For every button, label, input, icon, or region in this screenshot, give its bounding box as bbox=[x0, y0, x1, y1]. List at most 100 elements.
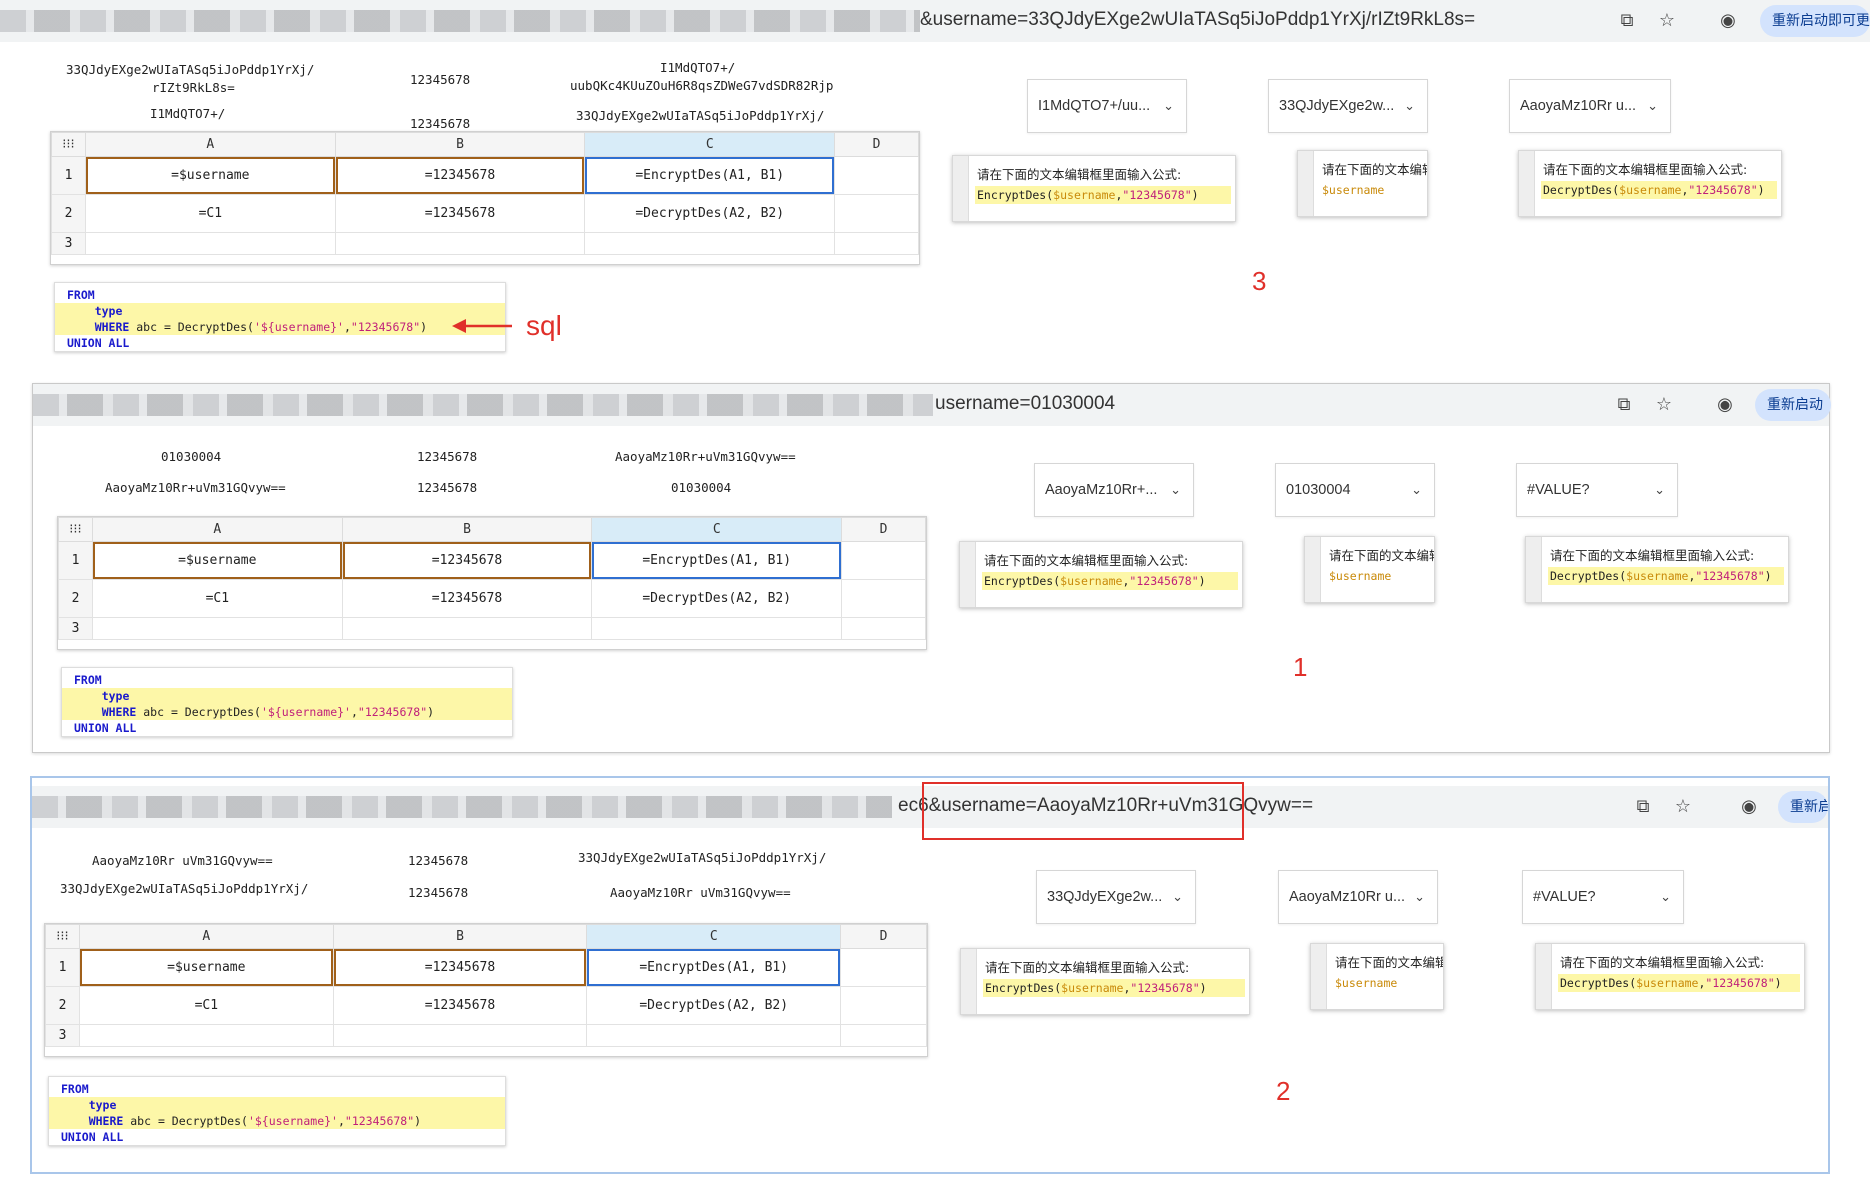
cell-b2[interactable]: =12345678 bbox=[341, 579, 593, 618]
restart-button[interactable]: 重新启动 bbox=[1755, 389, 1831, 421]
formula-editor-encrypt[interactable]: 请在下面的文本编辑框里面输入公式: EncryptDes($username,"… bbox=[952, 155, 1236, 222]
translate-icon[interactable]: ⧉ bbox=[1632, 796, 1654, 818]
select-all-corner[interactable]: ⁝⁝⁝ bbox=[58, 517, 93, 542]
cell-d3[interactable] bbox=[840, 1024, 927, 1047]
cell-b3[interactable] bbox=[334, 232, 586, 255]
col-header-c[interactable]: C bbox=[591, 517, 843, 542]
row-number[interactable]: 3 bbox=[51, 232, 86, 255]
dropdown-3[interactable]: #VALUE? ⌄ bbox=[1516, 463, 1678, 517]
formula-code[interactable]: $username bbox=[1333, 974, 1439, 992]
account-icon[interactable]: ◉ bbox=[1717, 10, 1739, 32]
cell-d2[interactable] bbox=[841, 579, 926, 618]
formula-editor-username[interactable]: 请在下面的文本编辑 $username bbox=[1304, 536, 1435, 603]
row-number[interactable]: 3 bbox=[45, 1024, 80, 1047]
col-header-d[interactable]: D bbox=[841, 517, 926, 542]
cell-b1[interactable]: =12345678 bbox=[341, 541, 593, 580]
formula-editor-encrypt[interactable]: 请在下面的文本编辑框里面输入公式: EncryptDes($username,"… bbox=[960, 948, 1250, 1015]
formula-code[interactable]: $username bbox=[1320, 181, 1423, 199]
dropdown-2[interactable]: AaoyaMz10Rr u... ⌄ bbox=[1278, 870, 1438, 924]
cell-d1[interactable] bbox=[841, 541, 926, 580]
cell-c3[interactable] bbox=[586, 1024, 842, 1047]
dropdown-3[interactable]: AaoyaMz10Rr u... ⌄ bbox=[1509, 79, 1671, 133]
formula-code[interactable]: EncryptDes($username,"12345678") bbox=[975, 186, 1231, 204]
cell-b1[interactable]: =12345678 bbox=[334, 156, 586, 195]
row-number[interactable]: 2 bbox=[45, 986, 80, 1025]
col-header-a[interactable]: A bbox=[78, 924, 334, 949]
cell-d2[interactable] bbox=[834, 194, 919, 233]
cell-c3[interactable] bbox=[591, 617, 843, 640]
formula-code[interactable]: EncryptDes($username,"12345678") bbox=[982, 572, 1238, 590]
address-bar[interactable]: &username=33QJdyEXge2wUIaTASq5iJoPddp1Yr… bbox=[0, 0, 1870, 42]
col-header-a[interactable]: A bbox=[84, 132, 336, 157]
address-bar[interactable]: username=01030004 ⧉ ☆ ◉ 重新启动 bbox=[33, 384, 1831, 426]
row-number[interactable]: 3 bbox=[58, 617, 93, 640]
cell-a2[interactable]: =C1 bbox=[84, 194, 336, 233]
col-header-c[interactable]: C bbox=[584, 132, 836, 157]
dropdown-3[interactable]: #VALUE? ⌄ bbox=[1522, 870, 1684, 924]
formula-code[interactable]: DecryptDes($username,"12345678") bbox=[1558, 974, 1800, 992]
cell-b3[interactable] bbox=[341, 617, 593, 640]
translate-icon[interactable]: ⧉ bbox=[1616, 10, 1638, 32]
dropdown-1[interactable]: 33QJdyEXge2w... ⌄ bbox=[1036, 870, 1196, 924]
col-header-d[interactable]: D bbox=[840, 924, 927, 949]
restart-button[interactable]: 重新启 bbox=[1778, 791, 1828, 823]
row-number[interactable]: 2 bbox=[51, 194, 86, 233]
dropdown-1[interactable]: AaoyaMz10Rr+... ⌄ bbox=[1034, 463, 1194, 517]
formula-editor-decrypt[interactable]: 请在下面的文本编辑框里面输入公式: DecryptDes($username,"… bbox=[1525, 536, 1789, 603]
cell-a3[interactable] bbox=[78, 1024, 334, 1047]
cell-a1[interactable]: =$username bbox=[78, 948, 334, 987]
col-header-b[interactable]: B bbox=[341, 517, 593, 542]
cell-a2[interactable]: =C1 bbox=[91, 579, 343, 618]
spreadsheet[interactable]: ⁝⁝⁝ A B C D 1 =$username =12345678 =Encr… bbox=[50, 131, 920, 265]
formula-code[interactable]: DecryptDes($username,"12345678") bbox=[1541, 181, 1777, 199]
col-header-c[interactable]: C bbox=[586, 924, 842, 949]
cell-a2[interactable]: =C1 bbox=[78, 986, 334, 1025]
formula-editor-username[interactable]: 请在下面的文本编辑 $username bbox=[1297, 150, 1428, 217]
cell-a1[interactable]: =$username bbox=[91, 541, 343, 580]
col-header-d[interactable]: D bbox=[834, 132, 919, 157]
cell-d1[interactable] bbox=[834, 156, 919, 195]
select-all-corner[interactable]: ⁝⁝⁝ bbox=[45, 924, 80, 949]
col-header-b[interactable]: B bbox=[332, 924, 588, 949]
restart-button[interactable]: 重新启动即可更 bbox=[1760, 5, 1870, 37]
row-number[interactable]: 1 bbox=[45, 948, 80, 987]
dropdown-2[interactable]: 33QJdyEXge2w... ⌄ bbox=[1268, 79, 1428, 133]
star-icon[interactable]: ☆ bbox=[1653, 394, 1675, 416]
account-icon[interactable]: ◉ bbox=[1738, 796, 1760, 818]
cell-b1[interactable]: =12345678 bbox=[332, 948, 588, 987]
cell-c2[interactable]: =DecryptDes(A2, B2) bbox=[584, 194, 836, 233]
formula-code[interactable]: $username bbox=[1327, 567, 1430, 585]
dropdown-1[interactable]: I1MdQTO7+/uu... ⌄ bbox=[1027, 79, 1187, 133]
spreadsheet[interactable]: ⁝⁝⁝ A B C D 1 =$username =12345678 =Encr… bbox=[44, 923, 928, 1057]
formula-editor-encrypt[interactable]: 请在下面的文本编辑框里面输入公式: EncryptDes($username,"… bbox=[959, 541, 1243, 608]
cell-c2[interactable]: =DecryptDes(A2, B2) bbox=[586, 986, 842, 1025]
row-number[interactable]: 2 bbox=[58, 579, 93, 618]
cell-d1[interactable] bbox=[840, 948, 927, 987]
cell-c2[interactable]: =DecryptDes(A2, B2) bbox=[591, 579, 843, 618]
select-all-corner[interactable]: ⁝⁝⁝ bbox=[51, 132, 86, 157]
cell-c1[interactable]: =EncryptDes(A1, B1) bbox=[584, 156, 836, 195]
cell-d2[interactable] bbox=[840, 986, 927, 1025]
spreadsheet[interactable]: ⁝⁝⁝ A B C D 1 =$username =12345678 =Encr… bbox=[57, 516, 927, 650]
formula-code[interactable]: EncryptDes($username,"12345678") bbox=[983, 979, 1245, 997]
formula-code[interactable]: DecryptDes($username,"12345678") bbox=[1548, 567, 1784, 585]
cell-d3[interactable] bbox=[841, 617, 926, 640]
col-header-b[interactable]: B bbox=[334, 132, 586, 157]
cell-b3[interactable] bbox=[332, 1024, 588, 1047]
col-header-a[interactable]: A bbox=[91, 517, 343, 542]
cell-c1[interactable]: =EncryptDes(A1, B1) bbox=[591, 541, 843, 580]
formula-editor-decrypt[interactable]: 请在下面的文本编辑框里面输入公式: DecryptDes($username,"… bbox=[1518, 150, 1782, 217]
star-icon[interactable]: ☆ bbox=[1672, 796, 1694, 818]
cell-b2[interactable]: =12345678 bbox=[334, 194, 586, 233]
star-icon[interactable]: ☆ bbox=[1656, 10, 1678, 32]
row-number[interactable]: 1 bbox=[51, 156, 86, 195]
formula-editor-decrypt[interactable]: 请在下面的文本编辑框里面输入公式: DecryptDes($username,"… bbox=[1535, 943, 1805, 1010]
cell-b2[interactable]: =12345678 bbox=[332, 986, 588, 1025]
cell-a3[interactable] bbox=[91, 617, 343, 640]
formula-editor-username[interactable]: 请在下面的文本编辑 $username bbox=[1310, 943, 1444, 1010]
cell-c3[interactable] bbox=[584, 232, 836, 255]
cell-d3[interactable] bbox=[834, 232, 919, 255]
translate-icon[interactable]: ⧉ bbox=[1613, 394, 1635, 416]
cell-a3[interactable] bbox=[84, 232, 336, 255]
row-number[interactable]: 1 bbox=[58, 541, 93, 580]
